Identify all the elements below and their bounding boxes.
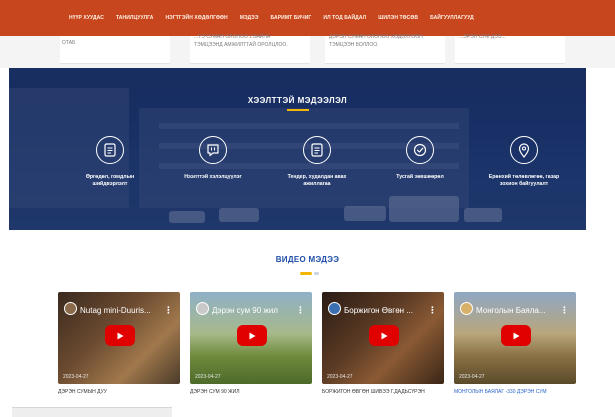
play-icon bbox=[381, 332, 388, 339]
carousel-dot-active[interactable] bbox=[300, 272, 312, 275]
carousel-dots bbox=[300, 272, 319, 275]
nav-item-about[interactable]: ТАНИЛЦУУЛГА bbox=[110, 15, 159, 21]
check-icon bbox=[406, 136, 434, 164]
nav-item-movement[interactable]: НЭГТГЭЙН ХӨДӨЛГӨӨН bbox=[159, 15, 233, 21]
video-thumbnail[interactable]: Дэрэн сум 90 жил ⋮ 2023-04-27 bbox=[190, 292, 312, 384]
play-button[interactable] bbox=[237, 325, 267, 346]
video-caption[interactable]: ДЭРЭН СУМ 90 ЖИЛ bbox=[190, 389, 312, 395]
play-icon bbox=[249, 332, 256, 339]
location-icon bbox=[510, 136, 538, 164]
carousel-dot[interactable] bbox=[314, 272, 319, 275]
nav-item-organizations[interactable]: БАЙГУУЛЛАГУУД bbox=[424, 15, 480, 21]
more-options-icon[interactable]: ⋮ bbox=[164, 305, 173, 316]
nav-item-transparency[interactable]: ИЛ ТОД БАЙДАЛ bbox=[317, 15, 372, 21]
nav-item-glass-budget[interactable]: ШИЛЭН ТӨСӨВ bbox=[372, 15, 424, 21]
news-card[interactable]: ...ТЭ СУМАН ОЛОНОО 1 БАЙНА ТЭМЦЭЭНД АМЖИ… bbox=[190, 34, 310, 64]
info-item-discussion[interactable]: Нээлттэй хэлэлцүүлэг bbox=[168, 136, 258, 181]
news-card[interactable]: ОТАБ bbox=[60, 36, 170, 64]
video-caption[interactable]: ДЭРЭН СУМЫН ДУУ bbox=[58, 389, 180, 395]
more-options-icon[interactable]: ⋮ bbox=[296, 305, 305, 316]
play-button[interactable] bbox=[105, 325, 135, 346]
info-item-complaints[interactable]: Өргөдөл, гомдлын шийдвэрлэлт bbox=[65, 136, 155, 188]
info-item-label: зохион байгуулалт bbox=[499, 181, 549, 187]
info-item-permits[interactable]: Тусгай зөвшөөрөл bbox=[375, 136, 465, 181]
nav-item-home[interactable]: НҮҮР ХУУДАС bbox=[63, 15, 110, 21]
video-date: 2023-04-27 bbox=[327, 374, 353, 380]
video-thumbnail[interactable]: Боржигон Өвгөн ... ⋮ 2023-04-27 bbox=[322, 292, 444, 384]
video-title: Дэрэн сум 90 жил bbox=[212, 306, 278, 315]
info-item-tender[interactable]: Тендер, худалдан авах ажиллагаа bbox=[272, 136, 362, 188]
news-card[interactable]: ...ЭРЭН СУМ ДЭЭ... bbox=[455, 34, 565, 64]
footer-fragment bbox=[12, 407, 172, 417]
video-card[interactable]: Боржигон Өвгөн ... ⋮ 2023-04-27 БОРЖИГОН… bbox=[322, 292, 444, 395]
banner-title-underline bbox=[287, 109, 309, 111]
chat-icon bbox=[199, 136, 227, 164]
info-item-label: Тусгай зөвшөөрөл bbox=[396, 174, 444, 180]
news-cards-strip: ОТАБ ...ТЭ СУМАН ОЛОНОО 1 БАЙНА ТЭМЦЭЭНД… bbox=[0, 34, 615, 68]
news-card[interactable]: ДЭРЭН СУМАН ОЛОНОО ХӨДӨЛГӨӨН ТЭМЦЭЭН БОЛ… bbox=[325, 34, 445, 64]
news-card-text: ТЭМЦЭЭН БОЛЛОО. bbox=[329, 42, 379, 48]
banner-title: ХЭЭЛТТЭЙ МЭДЭЭЛЭЛ bbox=[247, 96, 348, 105]
nav-item-news[interactable]: МЭДЭЭ bbox=[234, 15, 265, 21]
top-navigation-bar: НҮҮР ХУУДАС ТАНИЛЦУУЛГА НЭГТГЭЙН ХӨДӨЛГӨ… bbox=[0, 0, 615, 36]
open-information-banner: ХЭЭЛТТЭЙ МЭДЭЭЛЭЛ Өргөдөл, гомдлын шийдв… bbox=[9, 68, 586, 230]
video-thumbnail[interactable]: Nutag mini-Duuris... ⋮ 2023-04-27 bbox=[58, 292, 180, 384]
info-item-label: Тендер, худалдан авах bbox=[287, 174, 347, 180]
more-options-icon[interactable]: ⋮ bbox=[560, 305, 569, 316]
news-card-text: ДЭРЭН СУМАН ОЛОНОО ХӨДӨЛГӨӨН bbox=[329, 34, 423, 40]
video-date: 2023-04-27 bbox=[63, 374, 89, 380]
play-button[interactable] bbox=[369, 325, 399, 346]
play-button[interactable] bbox=[501, 325, 531, 346]
play-icon bbox=[117, 332, 124, 339]
video-date: 2023-04-27 bbox=[195, 374, 221, 380]
news-card-text: ТЭМЦЭЭНД АМЖИЛТТАЙ ОРОЛЦЛОО. bbox=[194, 42, 288, 48]
news-card-text: ...ТЭ СУМАН ОЛОНОО 1 БАЙНА bbox=[194, 34, 271, 40]
video-section-title: ВИДЕО МЭДЭЭ bbox=[275, 255, 340, 264]
video-title: Монголын Баяла... bbox=[476, 306, 546, 315]
info-item-land-planning[interactable]: Ерөнхий төлөвлөгөө, газар зохион байгуул… bbox=[479, 136, 569, 188]
play-icon bbox=[513, 332, 520, 339]
video-thumbnail[interactable]: Монголын Баяла... ⋮ 2023-04-27 bbox=[454, 292, 576, 384]
video-caption[interactable]: БОРЖИГОН ӨВГӨН ШИВЭЭ Г.ДАДЬСҮРЭН bbox=[322, 389, 444, 395]
info-item-label: ажиллагаа bbox=[303, 181, 331, 187]
document-icon bbox=[96, 136, 124, 164]
video-date: 2023-04-27 bbox=[459, 374, 485, 380]
video-card[interactable]: Nutag mini-Duuris... ⋮ 2023-04-27 ДЭРЭН … bbox=[58, 292, 180, 395]
news-card-text: ОТАБ bbox=[62, 40, 76, 46]
nav-item-documents[interactable]: БАРИМТ БИЧИГ bbox=[264, 15, 317, 21]
document-icon bbox=[303, 136, 331, 164]
video-card[interactable]: Дэрэн сум 90 жил ⋮ 2023-04-27 ДЭРЭН СУМ … bbox=[190, 292, 312, 395]
more-options-icon[interactable]: ⋮ bbox=[428, 305, 437, 316]
info-item-label: Ерөнхий төлөвлөгөө, газар bbox=[488, 174, 560, 180]
info-item-label: Өргөдөл, гомдлын bbox=[85, 174, 135, 180]
info-item-label: шийдвэрлэлт bbox=[92, 181, 128, 187]
video-card[interactable]: Монголын Баяла... ⋮ 2023-04-27 МОНГОЛЫН … bbox=[454, 292, 576, 395]
channel-avatar bbox=[328, 302, 341, 315]
video-title: Nutag mini-Duuris... bbox=[80, 306, 151, 315]
video-caption-link[interactable]: МОНГОЛЫН БАЯЛАГ -330 ДЭРЭН СУМ bbox=[454, 389, 576, 395]
channel-avatar bbox=[460, 302, 473, 315]
channel-avatar bbox=[64, 302, 77, 315]
channel-avatar bbox=[196, 302, 209, 315]
info-item-label: Нээлттэй хэлэлцүүлэг bbox=[184, 174, 242, 180]
video-title: Боржигон Өвгөн ... bbox=[344, 306, 413, 315]
news-card-text: ...ЭРЭН СУМ ДЭЭ... bbox=[459, 34, 506, 40]
